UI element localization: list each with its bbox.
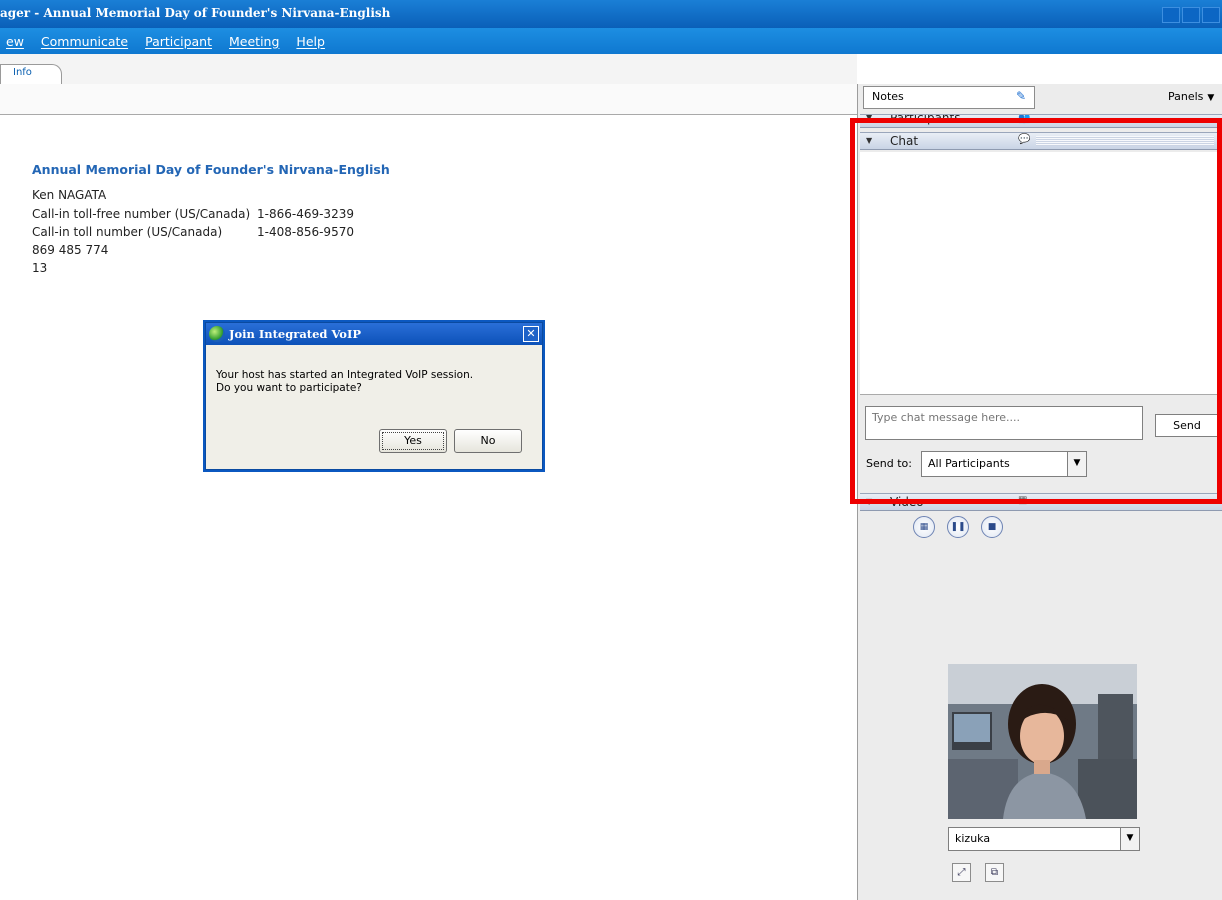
meeting-title: Annual Memorial Day of Founder's Nirvana… — [32, 162, 390, 177]
host-name: Ken NAGATA — [32, 188, 107, 202]
tab-info-label: Info — [13, 67, 32, 78]
pencil-icon: ✎ — [1015, 89, 1026, 103]
minimize-button[interactable] — [1162, 7, 1180, 23]
tab-info[interactable]: Info — [0, 64, 62, 85]
menu-communicate[interactable]: Communicate — [41, 34, 128, 49]
menu-help[interactable]: Help — [296, 34, 325, 49]
chevron-down-icon: ▼ — [1120, 828, 1139, 850]
globe-icon — [209, 326, 225, 342]
notes-button[interactable]: Notes ✎ — [863, 86, 1035, 109]
window-title: ager - Annual Memorial Day of Founder's … — [0, 6, 391, 20]
window-controls — [1162, 7, 1220, 23]
dialog-close-button[interactable]: ✕ — [523, 326, 539, 342]
menu-participant[interactable]: Participant — [145, 34, 212, 49]
grid-view-icon[interactable]: ▦ — [913, 516, 935, 538]
panels-menu-button[interactable]: Panels ▼ — [1168, 90, 1214, 103]
video-layout-controls: ▦ ❚❚ ■ — [913, 516, 1003, 538]
toll-label: Call-in toll number (US/Canada) — [32, 225, 223, 239]
participant-video — [948, 664, 1137, 819]
meeting-number: 869 485 774 — [32, 243, 109, 257]
menu-bar: ew Communicate Participant Meeting Help — [0, 28, 1222, 54]
yes-button[interactable]: Yes — [379, 429, 447, 453]
toll-number: 1-408-856-9570 — [257, 225, 354, 239]
no-button[interactable]: No — [454, 429, 522, 453]
chevron-down-icon: ▼ — [1207, 93, 1215, 103]
dialog-message-line2: Do you want to participate? — [216, 382, 362, 394]
panels-label: Panels — [1168, 90, 1204, 103]
dialog-message-line1: Your host has started an Integrated VoIP… — [216, 369, 474, 381]
stop-icon[interactable]: ■ — [981, 516, 1003, 538]
notes-label: Notes — [872, 90, 904, 103]
tollfree-number: 1-866-469-3239 — [257, 207, 354, 221]
menu-meeting[interactable]: Meeting — [229, 34, 279, 49]
voip-dialog: Join Integrated VoIP ✕ Your host has sta… — [205, 322, 543, 470]
close-icon: ✕ — [526, 327, 536, 340]
maximize-button[interactable] — [1182, 7, 1200, 23]
tab-strip: Info — [0, 54, 857, 85]
video-image — [948, 664, 1137, 819]
highlight-box — [850, 118, 1222, 504]
dialog-title: Join Integrated VoIP — [229, 327, 362, 341]
window-title-bar: ager - Annual Memorial Day of Founder's … — [0, 0, 1222, 28]
content-toolbar — [0, 84, 857, 115]
attendee-id: 13 — [32, 261, 48, 275]
dialog-title-bar: Join Integrated VoIP ✕ — [206, 323, 542, 345]
close-window-button[interactable] — [1202, 7, 1220, 23]
video-user-value: kizuka — [955, 832, 991, 845]
menu-view[interactable]: ew — [6, 34, 24, 49]
pause-icon[interactable]: ❚❚ — [947, 516, 969, 538]
popout-icon[interactable]: ⧉ — [985, 863, 1004, 882]
fullscreen-icon[interactable]: ⤢ — [952, 863, 971, 882]
video-user-select[interactable]: kizuka ▼ — [948, 827, 1140, 851]
tollfree-label: Call-in toll-free number (US/Canada) — [32, 207, 251, 221]
